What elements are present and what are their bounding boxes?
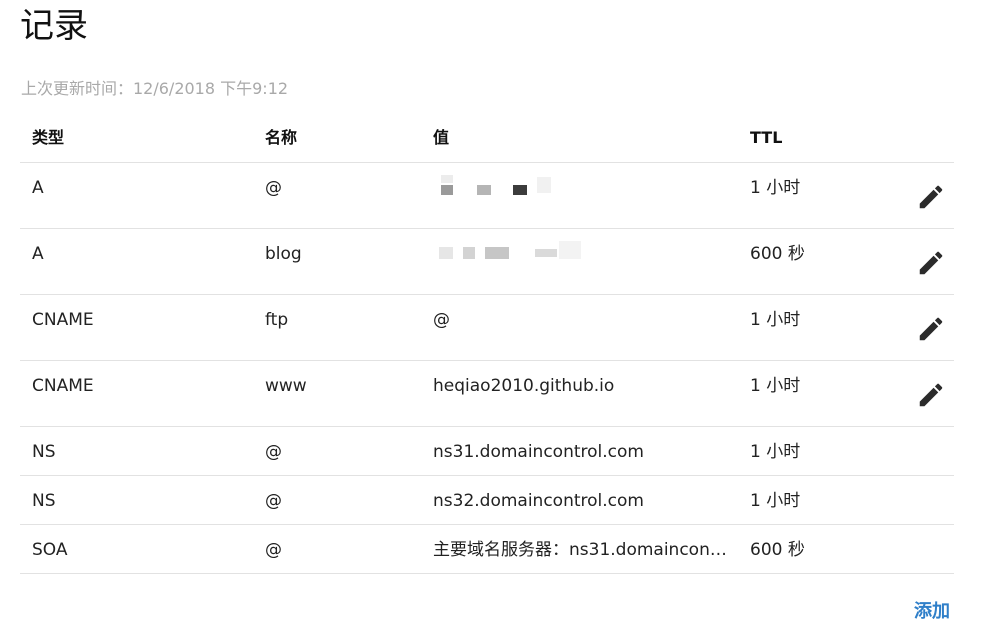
record-name: @ <box>265 442 282 462</box>
pencil-icon <box>919 185 943 209</box>
pencil-icon <box>919 251 943 275</box>
record-ttl: 600 秒 <box>750 540 805 560</box>
dns-records-table: 类型 名称 值 TTL A @ 1 小时 A blog 600 秒 CNAME … <box>20 113 954 574</box>
record-type: A <box>32 244 44 264</box>
record-type: CNAME <box>32 310 94 330</box>
record-value: ns31.domaincontrol.com <box>433 442 644 462</box>
table-row: SOA @ 主要域名服务器：ns31.domaincon… 600 秒 <box>20 525 954 574</box>
record-value: heqiao2010.github.io <box>433 376 615 396</box>
table-row: A blog 600 秒 <box>20 229 954 295</box>
record-value: 主要域名服务器：ns31.domaincon… <box>433 540 727 560</box>
table-row: NS @ ns31.domaincontrol.com 1 小时 <box>20 427 954 476</box>
pencil-icon <box>919 383 943 407</box>
record-ttl: 1 小时 <box>750 491 801 511</box>
record-name: @ <box>265 491 282 511</box>
pencil-icon <box>919 317 943 341</box>
redacted-value <box>433 241 581 267</box>
last-updated-text: 上次更新时间：12/6/2018 下午9:12 <box>21 79 289 98</box>
record-type: A <box>32 178 44 198</box>
record-type: NS <box>32 491 56 511</box>
add-record-button[interactable]: 添加 <box>914 601 950 623</box>
table-row: CNAME ftp @ 1 小时 <box>20 295 954 361</box>
edit-record-button[interactable] <box>915 379 947 411</box>
record-name: @ <box>265 178 282 198</box>
record-ttl: 1 小时 <box>750 178 801 198</box>
column-header-type: 类型 <box>32 128 65 147</box>
record-type: CNAME <box>32 376 94 396</box>
edit-record-button[interactable] <box>915 247 947 279</box>
record-ttl: 1 小时 <box>750 442 801 462</box>
record-ttl: 1 小时 <box>750 376 801 396</box>
table-row: CNAME www heqiao2010.github.io 1 小时 <box>20 361 954 427</box>
record-name: www <box>265 376 307 396</box>
record-name: ftp <box>265 310 289 330</box>
table-row: A @ 1 小时 <box>20 163 954 229</box>
page-title: 记录 <box>20 6 88 46</box>
column-header-value: 值 <box>433 128 450 147</box>
record-type: NS <box>32 442 56 462</box>
edit-record-button[interactable] <box>915 313 947 345</box>
column-header-name: 名称 <box>265 128 298 147</box>
record-value: @ <box>433 310 450 330</box>
column-header-ttl: TTL <box>750 128 783 147</box>
record-ttl: 600 秒 <box>750 244 805 264</box>
edit-record-button[interactable] <box>915 181 947 213</box>
record-type: SOA <box>32 540 68 560</box>
redacted-value <box>433 175 573 201</box>
table-row: NS @ ns32.domaincontrol.com 1 小时 <box>20 476 954 525</box>
table-header-row: 类型 名称 值 TTL <box>20 113 954 163</box>
record-value: ns32.domaincontrol.com <box>433 491 644 511</box>
record-ttl: 1 小时 <box>750 310 801 330</box>
record-name: blog <box>265 244 302 264</box>
record-name: @ <box>265 540 282 560</box>
